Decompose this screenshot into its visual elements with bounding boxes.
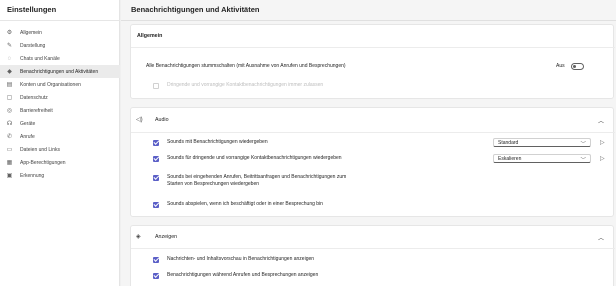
- sidebar-item-file[interactable]: ▭ Dateien und Links: [0, 143, 120, 156]
- sidebar-item-label: Erkennung: [20, 172, 45, 179]
- sounds-urgent-checkbox[interactable]: [153, 155, 159, 162]
- bell-icon: ◆: [7, 68, 12, 75]
- sidebar-item-apps[interactable]: ▦ App-Berechtigungen: [0, 156, 120, 169]
- sidebar-item-accessibility[interactable]: ◎ Barrierefreiheit: [0, 104, 120, 117]
- audio-card: ◁) Audio ︿ Sounds mit Benachrichtigungen…: [130, 107, 615, 217]
- sounds-busy-label: Sounds abspielen, wenn ich beschäftigt o…: [167, 201, 323, 207]
- sidebar-divider: [0, 20, 120, 21]
- sidebar-item-label: Anrufe: [20, 133, 35, 140]
- sound-escalate-select[interactable]: Eskalieren ﹀: [493, 154, 591, 164]
- display-card: ◈ Anzeigen ︿ Nachrichten- und Inhaltsvor…: [130, 225, 615, 286]
- general-card: Allgemein Alle Benachrichtigungen stumms…: [130, 24, 615, 99]
- display-collapse-chevron-up-icon[interactable]: ︿: [598, 233, 604, 242]
- audio-heading: Audio: [155, 117, 169, 123]
- audio-item-3: Sounds bei eingehenden Anrufen, Beitritt…: [153, 174, 346, 188]
- apps-icon: ▦: [6, 159, 13, 166]
- sound-escalate-value: Eskalieren: [498, 155, 522, 162]
- sounds-urgent-label: Sounds für dringende und vorrangige Kont…: [167, 155, 342, 161]
- sound-standard-select[interactable]: Standard ﹀: [493, 138, 591, 148]
- play-preview-icon[interactable]: ▷: [600, 155, 605, 162]
- urgent-contacts-checkbox[interactable]: [153, 82, 159, 89]
- building-icon: ▤: [6, 81, 13, 88]
- main-panel: Benachrichtigungen und Aktivitäten Allge…: [121, 0, 616, 286]
- accessibility-icon: ◎: [6, 107, 13, 114]
- sidebar-item-bell[interactable]: ◆ Benachrichtigungen und Aktivitäten: [0, 65, 120, 78]
- sounds-notifications-label: Sounds mit Benachrichtigungen wiedergebe…: [167, 139, 268, 145]
- sounds-notifications-checkbox[interactable]: [153, 139, 159, 146]
- sidebar-item-gear[interactable]: ⚙ Allgemein: [0, 26, 120, 39]
- sidebar-item-chat[interactable]: ◌ Chats und Kanäle: [0, 52, 120, 65]
- display-divider: [131, 248, 615, 249]
- headset-icon: ☊: [6, 120, 13, 127]
- speaker-icon: ◁): [136, 117, 143, 123]
- notifications-in-meetings-label: Benachrichtigungen während Anrufen und B…: [167, 272, 319, 278]
- general-heading: Allgemein: [137, 33, 163, 39]
- recognition-icon: ▣: [6, 172, 13, 179]
- urgent-contacts-row: Dringende und vorrangige Kontaktbenachri…: [153, 82, 323, 89]
- notifications-in-meetings-checkbox[interactable]: [153, 272, 159, 279]
- display-item-1: Nachrichten- und Inhaltsvorschau in Bena…: [153, 256, 314, 263]
- sidebar-item-label: Konten und Organisationen: [20, 81, 81, 88]
- brush-icon: ✎: [6, 42, 13, 49]
- urgent-contacts-label: Dringende und vorrangige Kontaktbenachri…: [167, 82, 324, 88]
- gear-icon: ⚙: [6, 29, 13, 36]
- audio-divider: [131, 132, 615, 133]
- play-preview-icon[interactable]: ▷: [600, 139, 605, 146]
- sidebar-item-headset[interactable]: ☊ Geräte: [0, 117, 120, 130]
- content-preview-checkbox[interactable]: [153, 256, 159, 263]
- sidebar-item-brush[interactable]: ✎ Darstellung: [0, 39, 120, 52]
- sidebar-item-label: Dateien und Links: [20, 146, 61, 153]
- sidebar-item-label: App-Berechtigungen: [20, 159, 66, 166]
- audio-item-4: Sounds abspielen, wenn ich beschäftigt o…: [153, 201, 323, 208]
- sidebar-item-building[interactable]: ▤ Konten und Organisationen: [0, 78, 120, 91]
- audio-item-2: Sounds für dringende und vorrangige Kont…: [153, 155, 342, 162]
- phone-icon: ✆: [6, 133, 13, 140]
- mute-all-toggle[interactable]: [571, 63, 584, 70]
- page-title: Benachrichtigungen und Aktivitäten: [131, 5, 260, 14]
- general-divider: [131, 47, 615, 48]
- sidebar-item-label: Darstellung: [20, 42, 46, 49]
- sounds-busy-checkbox[interactable]: [153, 201, 159, 208]
- settings-title: Einstellungen: [7, 5, 57, 14]
- sounds-calls-label: Sounds bei eingehenden Anrufen, Beitritt…: [167, 174, 346, 188]
- sidebar-item-label: Benachrichtigungen und Aktivitäten: [20, 68, 99, 75]
- sidebar-item-phone[interactable]: ✆ Anrufe: [0, 130, 120, 143]
- content-preview-label: Nachrichten- und Inhaltsvorschau in Bena…: [167, 256, 315, 262]
- mute-all-row: Alle Benachrichtigungen stummschalten (m…: [146, 63, 346, 70]
- sounds-calls-label-line2: Starten von Besprechungen wiedergeben: [167, 181, 260, 187]
- audio-collapse-chevron-up-icon[interactable]: ︿: [598, 116, 604, 125]
- lock-icon: ▢: [6, 94, 13, 101]
- chat-icon: ◌: [7, 55, 12, 62]
- header-divider: [121, 20, 616, 21]
- audio-item-1: Sounds mit Benachrichtigungen wiedergebe…: [153, 139, 268, 146]
- file-icon: ▭: [6, 146, 13, 153]
- settings-sidebar: Einstellungen ⚙ Allgemein ✎ Darstellung ◌ Cha…: [0, 0, 120, 286]
- sidebar-item-label: Datenschutz: [20, 94, 48, 101]
- display-heading: Anzeigen: [155, 234, 178, 240]
- eye-icon: ◈: [136, 234, 141, 240]
- chevron-down-icon: ﹀: [580, 157, 586, 164]
- sidebar-item-recognition[interactable]: ▣ Erkennung: [0, 169, 120, 182]
- sounds-calls-checkbox[interactable]: [153, 174, 159, 181]
- mute-toggle-state: Aus: [556, 63, 565, 69]
- sound-standard-value: Standard: [498, 139, 519, 146]
- sidebar-item-label: Allgemein: [20, 29, 42, 36]
- mute-all-label: Alle Benachrichtigungen stummschalten (m…: [146, 63, 346, 69]
- sidebar-item-label: Chats und Kanäle: [20, 55, 60, 62]
- settings-nav: ⚙ Allgemein ✎ Darstellung ◌ Chats und Kanäle ◆…: [0, 26, 120, 182]
- sounds-calls-label-line1: Sounds bei eingehenden Anrufen, Beitritt…: [167, 174, 347, 180]
- display-item-2: Benachrichtigungen während Anrufen und B…: [153, 272, 318, 279]
- chevron-down-icon: ﹀: [580, 141, 586, 148]
- sidebar-item-lock[interactable]: ▢ Datenschutz: [0, 91, 120, 104]
- sidebar-item-label: Geräte: [20, 120, 36, 127]
- sidebar-item-label: Barrierefreiheit: [20, 107, 53, 114]
